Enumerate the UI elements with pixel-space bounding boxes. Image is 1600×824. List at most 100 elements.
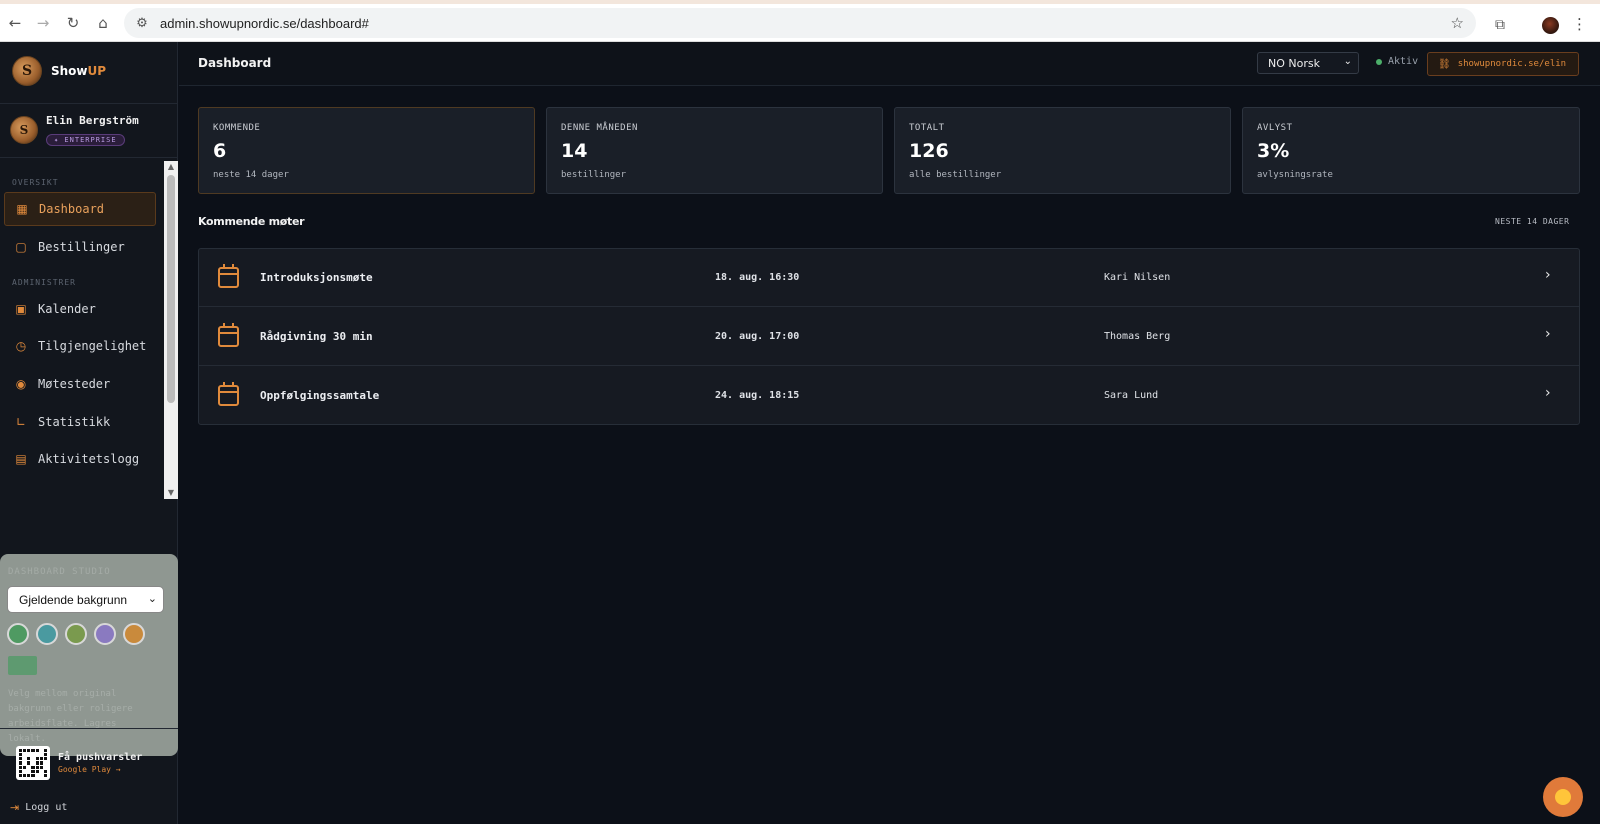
- sidebar-item-tilgjengelighet[interactable]: ◷ Tilgjengelighet: [4, 329, 156, 363]
- status-indicator: Aktiv: [1376, 56, 1418, 67]
- brand-logo-icon: S: [12, 56, 42, 86]
- sidebar-item-dashboard[interactable]: ▦ Dashboard: [4, 192, 156, 226]
- more-menu-icon[interactable]: ⋮: [1572, 15, 1587, 33]
- calendar-icon: [218, 382, 239, 406]
- stat-card-total: TOTALT 126 alle bestillinger: [894, 107, 1231, 194]
- studio-apply-button[interactable]: [8, 656, 37, 675]
- top-header: Dashboard NO Norsk ⌄ Aktiv ⛓ showupnordi…: [179, 42, 1600, 86]
- color-swatch-olive[interactable]: [65, 623, 87, 645]
- brand-name: ShowUP: [51, 64, 106, 78]
- dashboard-studio-panel: DASHBOARD STUDIO Gjeldende bakgrunn ⌄ Ve…: [0, 554, 178, 756]
- stat-value: 14: [561, 140, 588, 162]
- reload-icon[interactable]: ↻: [64, 14, 82, 32]
- assistant-fab-button[interactable]: [1543, 777, 1583, 817]
- sun-icon: [1555, 789, 1571, 805]
- sidebar-item-statistikk[interactable]: ∟ Statistikk: [4, 405, 156, 439]
- studio-title: DASHBOARD STUDIO: [8, 567, 111, 577]
- color-swatch-purple[interactable]: [94, 623, 116, 645]
- divider: [0, 728, 178, 729]
- forward-icon[interactable]: →: [34, 14, 52, 32]
- push-text: Få pushvarsler Google Play →: [58, 752, 142, 774]
- stat-subtitle: alle bestillinger: [909, 170, 1002, 180]
- user-profile[interactable]: S Elin Bergström ✦ ENTERPRISE: [10, 114, 139, 146]
- section-label-overview: OVERSIKT: [12, 178, 59, 187]
- sidebar-item-aktivitetslogg[interactable]: ▤ Aktivitetslogg: [4, 442, 156, 476]
- color-swatch-green[interactable]: [7, 623, 29, 645]
- calendar-icon: ▣: [15, 302, 27, 316]
- log-icon: ▤: [15, 452, 27, 466]
- sidebar: S ShowUP S Elin Bergström ✦ ENTERPRISE O…: [0, 42, 178, 824]
- chevron-right-icon[interactable]: ›: [1545, 385, 1551, 401]
- sidebar-item-kalender[interactable]: ▣ Kalender: [4, 292, 156, 326]
- browser-toolbar: ← → ↻ ⌂ ⚙ admin.showupnordic.se/dashboar…: [0, 4, 1600, 42]
- scroll-thumb[interactable]: [167, 175, 175, 403]
- logout-label: Logg ut: [25, 802, 68, 813]
- chevron-right-icon[interactable]: ›: [1545, 326, 1551, 342]
- list-item[interactable]: Oppfølgingssamtale 24. aug. 18:15 Sara L…: [199, 367, 1579, 425]
- url-text: admin.showupnordic.se/dashboard#: [160, 15, 369, 31]
- divider: [0, 103, 178, 104]
- booking-link-button[interactable]: ⛓ showupnordic.se/elin: [1427, 52, 1579, 76]
- booking-link-text: showupnordic.se/elin: [1457, 59, 1567, 69]
- stat-subtitle: bestillinger: [561, 170, 627, 180]
- chevron-down-icon: ⌄: [147, 592, 157, 605]
- chevron-right-icon[interactable]: ›: [1545, 267, 1551, 283]
- meeting-person: Kari Nilsen: [1104, 272, 1171, 283]
- sidebar-item-label: Tilgjengelighet: [38, 339, 147, 353]
- google-play-link[interactable]: Google Play →: [58, 765, 142, 774]
- sidebar-item-label: Aktivitetslogg: [38, 452, 140, 466]
- page-title: Dashboard: [198, 56, 272, 70]
- push-notifications-promo[interactable]: Få pushvarsler Google Play →: [16, 746, 142, 780]
- plan-badge: ✦ ENTERPRISE: [46, 134, 125, 146]
- list-item[interactable]: Rådgivning 30 min 20. aug. 17:00 Thomas …: [199, 308, 1579, 366]
- site-settings-icon[interactable]: ⚙: [134, 15, 150, 31]
- language-select-value: NO Norsk: [1268, 56, 1320, 70]
- status-dot-icon: [1376, 58, 1382, 65]
- studio-hint: Velg mellom original bakgrunn eller roli…: [8, 689, 133, 744]
- background-select-value: Gjeldende bakgrunn: [19, 592, 128, 607]
- scroll-up-arrow-icon[interactable]: ▲: [164, 161, 178, 173]
- background-select[interactable]: Gjeldende bakgrunn ⌄: [7, 586, 164, 613]
- sidebar-item-bestillinger[interactable]: ▢ Bestillinger: [4, 230, 156, 264]
- upcoming-range-label: NESTE 14 DAGER: [1495, 217, 1570, 226]
- push-title: Få pushvarsler: [58, 752, 143, 763]
- home-icon[interactable]: ⌂: [94, 14, 112, 32]
- back-icon[interactable]: ←: [6, 14, 24, 32]
- sidebar-item-label: Statistikk: [38, 415, 111, 429]
- color-swatch-teal[interactable]: [36, 623, 58, 645]
- stat-label: KOMMENDE: [213, 123, 261, 133]
- meeting-title: Oppfølgingssamtale: [260, 389, 380, 402]
- section-label-admin: ADMINISTRER: [12, 278, 76, 287]
- sidebar-scrollbar[interactable]: ▲ ▼: [164, 161, 178, 499]
- logout-icon: ⇥: [10, 801, 20, 814]
- stat-label: AVLYST: [1257, 123, 1293, 133]
- chart-icon: ∟: [15, 415, 27, 429]
- stat-card-cancelled: AVLYST 3% avlysningsrate: [1242, 107, 1580, 194]
- grid-icon: ▦: [16, 202, 28, 216]
- brand-name-prefix: Show: [51, 64, 88, 78]
- sidebar-item-label: Kalender: [38, 302, 96, 316]
- bookmark-star-icon[interactable]: ☆: [1451, 14, 1464, 32]
- square-icon: ▢: [15, 240, 27, 254]
- map-pin-icon: ◉: [15, 377, 27, 391]
- sidebar-item-label: Dashboard: [39, 202, 105, 216]
- meeting-title: Rådgivning 30 min: [260, 330, 373, 343]
- logout-button[interactable]: ⇥ Logg ut: [10, 801, 67, 814]
- stat-value: 3%: [1257, 140, 1290, 162]
- calendar-icon: [218, 323, 239, 347]
- scroll-down-arrow-icon[interactable]: ▼: [164, 487, 178, 499]
- profile-avatar[interactable]: [1542, 17, 1559, 34]
- sidebar-item-motesteder[interactable]: ◉ Møtesteder: [4, 367, 156, 401]
- address-bar[interactable]: ⚙ admin.showupnordic.se/dashboard# ☆: [124, 8, 1476, 38]
- clock-icon: ◷: [15, 339, 27, 353]
- brand[interactable]: S ShowUP: [12, 56, 106, 86]
- stat-value: 126: [909, 140, 949, 162]
- stat-subtitle: neste 14 dager: [213, 170, 289, 180]
- list-item[interactable]: Introduksjonsmøte 18. aug. 16:30 Kari Ni…: [199, 249, 1579, 307]
- stat-value: 6: [213, 140, 227, 162]
- extensions-icon[interactable]: ⧉: [1495, 17, 1511, 33]
- color-swatch-orange[interactable]: [123, 623, 145, 645]
- meeting-time: 20. aug. 17:00: [715, 331, 800, 342]
- language-select[interactable]: NO Norsk ⌄: [1257, 52, 1359, 74]
- calendar-icon: [218, 264, 239, 288]
